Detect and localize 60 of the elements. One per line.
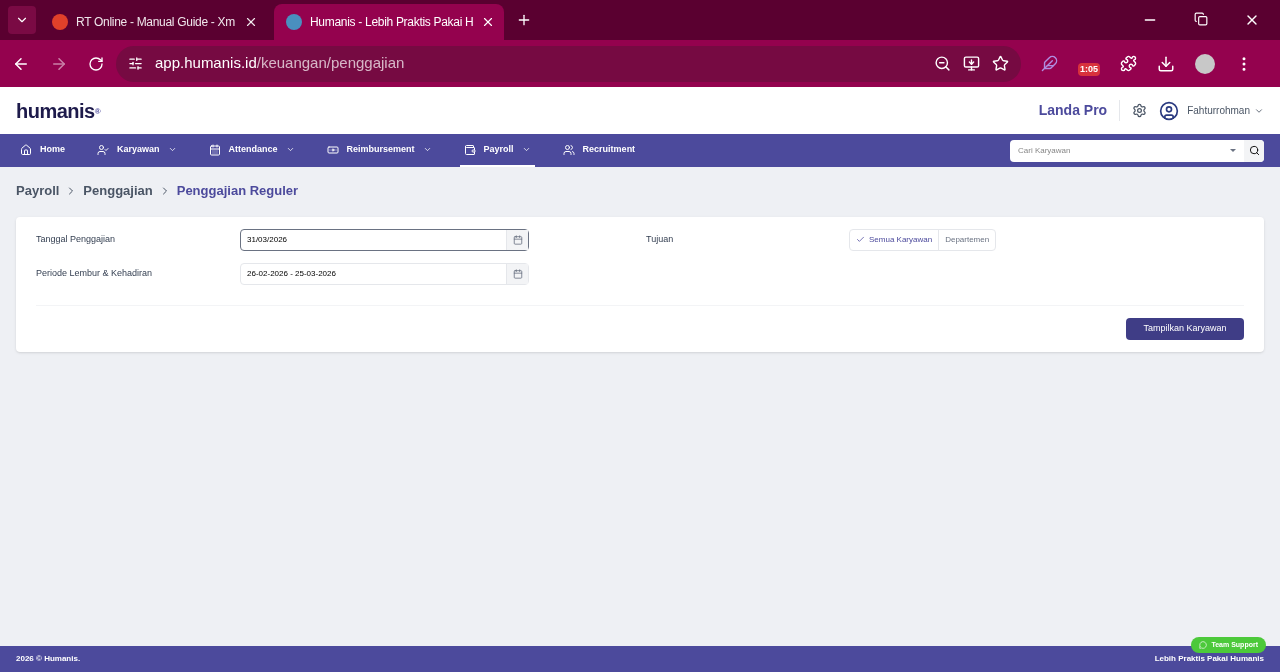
breadcrumb-item[interactable]: Penggajian [83,181,153,201]
star-icon[interactable] [992,55,1009,72]
date-field[interactable]: 31/03/2026 [240,228,529,251]
breadcrumb-item: Penggajian Reguler [176,182,299,200]
chevron-down-icon [167,145,177,154]
calendar-icon[interactable] [512,268,523,279]
check-icon [856,235,865,244]
profile-avatar[interactable] [1195,53,1215,74]
breadcrumb-item[interactable]: Payroll [16,181,60,201]
restore-icon[interactable] [1194,12,1208,26]
nav-item[interactable]: Reimbursement [322,134,436,167]
tab-favicon-icon [52,14,68,30]
browser-tab[interactable]: Humanis - Lebih Praktis Pakai H [274,4,504,40]
user-menu[interactable]: Fahturrohman [1187,103,1264,118]
settings-icon[interactable] [1132,103,1148,118]
nav-icon [208,143,221,156]
tagline-text: Lebih Praktis Pakai Humanis [1154,653,1264,665]
field-label: Tujuan [646,232,675,246]
field-label: Tanggal Penggajian [36,232,117,246]
chevron-down-icon [521,145,531,154]
copyright-text: 2026 © Humanis. [16,653,81,665]
nav-icon [97,143,109,156]
segment-option[interactable]: Semua Karyawan [849,228,940,251]
nav-icon [326,143,339,156]
download-icon[interactable] [1157,54,1175,73]
chat-icon [1199,641,1208,649]
feather-icon[interactable] [1041,55,1058,72]
nav-item[interactable]: Recruitment [558,134,640,167]
calendar-icon[interactable] [512,234,523,245]
close-icon[interactable] [244,15,258,29]
search-button[interactable] [1244,139,1264,162]
nav-icon [20,143,32,156]
nav-item[interactable]: Attendance [204,134,299,167]
nav-item[interactable]: Home [16,134,69,167]
nav-item[interactable]: Karyawan [93,134,181,167]
field-label: Periode Lembur & Kehadiran [36,266,154,280]
extension-badge[interactable]: 1:05 [1078,62,1100,77]
zoom-icon[interactable] [934,55,951,72]
new-tab-icon[interactable] [516,12,532,28]
show-employees-button[interactable]: Tampilkan Karyawan [1126,317,1244,340]
logo: humanis$^{®}$ [16,98,101,124]
search-icon [1248,145,1260,156]
nav-icon [562,143,575,156]
extensions-icon[interactable] [1120,55,1137,72]
tab-favicon-icon [286,14,302,30]
chevron-down-icon [422,145,432,154]
dropdown-caret-icon [1230,149,1236,152]
site-settings-icon[interactable] [128,56,143,71]
avatar-icon [1159,100,1180,121]
nav-icon [463,143,476,156]
install-icon[interactable] [963,55,980,72]
browser-tab[interactable]: RT Online - Manual Guide - Xm [40,4,270,40]
address-bar[interactable]: app.humanis.id/keuangan/penggajian [116,45,1021,82]
segment-option[interactable]: Departemen [938,228,997,251]
nav-item[interactable]: Payroll [459,134,535,167]
reload-icon[interactable] [88,55,104,72]
date-field[interactable]: 26-02-2026 - 25-03-2026 [240,262,529,285]
url-text: app.humanis.id/keuangan/penggajian [155,53,405,74]
chevron-down-icon [285,145,295,154]
company-name: Landa Pro [1038,100,1121,121]
